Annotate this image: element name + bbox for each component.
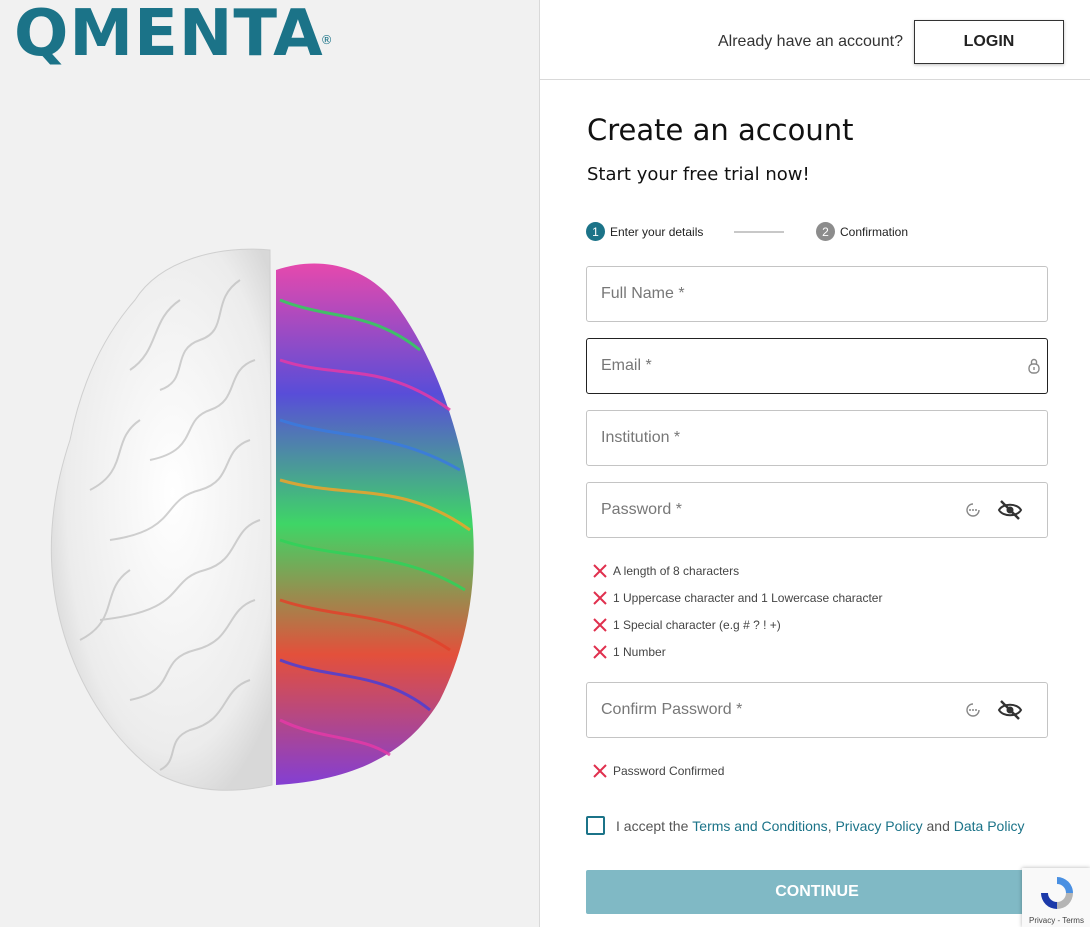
step-confirmation: 2 Confirmation (816, 222, 908, 241)
full-name-field (586, 266, 1048, 322)
password-rule-text: A length of 8 characters (613, 563, 740, 578)
error-x-icon (593, 590, 607, 605)
logo-registered-mark: ® (320, 33, 334, 47)
key-dots-icon[interactable] (965, 683, 981, 737)
institution-input[interactable] (587, 411, 1047, 465)
full-name-input[interactable] (587, 267, 1047, 321)
logo-text: QMENTA (14, 0, 324, 71)
password-rule: 1 Special character (e.g # ? ! +) (590, 611, 882, 638)
confirm-password-field (586, 682, 1048, 738)
signup-stepper: 1 Enter your details 2 Confirmation (586, 222, 1046, 242)
step-number: 1 (586, 222, 605, 241)
hero-panel: QMENTA ® (0, 0, 539, 927)
eye-off-icon[interactable] (997, 683, 1023, 737)
password-field (586, 482, 1048, 538)
error-x-icon (593, 563, 607, 578)
key-dots-icon[interactable] (965, 483, 981, 537)
step-connector (734, 231, 784, 233)
step-enter-details: 1 Enter your details (586, 222, 703, 241)
page-title: Create an account (587, 113, 854, 147)
step-label: Enter your details (610, 224, 704, 239)
confirm-rules-list: Password Confirmed (590, 757, 724, 784)
password-rule: 1 Number (590, 638, 882, 665)
password-rule: A length of 8 characters (590, 557, 882, 584)
password-manager-icon[interactable] (1027, 339, 1041, 393)
accept-terms-checkbox[interactable] (586, 816, 605, 835)
continue-button[interactable]: CONTINUE (586, 870, 1048, 914)
password-rule-text: 1 Uppercase character and 1 Lowercase ch… (613, 590, 883, 605)
terms-link[interactable]: Terms and Conditions (692, 818, 827, 834)
recaptcha-links[interactable]: Privacy - Terms (1029, 916, 1084, 925)
error-x-icon (593, 617, 607, 632)
login-button[interactable]: LOGIN (914, 20, 1064, 64)
error-x-icon (593, 644, 607, 659)
institution-field (586, 410, 1048, 466)
terms-separator: , (827, 817, 832, 834)
recaptcha-badge[interactable]: Privacy - Terms (1022, 868, 1090, 927)
brain-illustration (50, 248, 474, 791)
terms-prefix: I accept the (616, 817, 689, 834)
privacy-policy-link[interactable]: Privacy Policy (835, 818, 922, 834)
email-input[interactable] (587, 339, 1047, 393)
terms-row: I accept the Terms and Conditions, Priva… (586, 816, 1025, 835)
signup-panel: Already have an account? LOGIN Create an… (539, 0, 1090, 927)
confirm-rule: Password Confirmed (590, 757, 724, 784)
confirm-rule-text: Password Confirmed (613, 763, 725, 778)
step-number: 2 (816, 222, 835, 241)
eye-off-icon[interactable] (997, 483, 1023, 537)
password-rule-text: 1 Special character (e.g # ? ! +) (613, 617, 781, 632)
page-subtitle: Start your free trial now! (587, 164, 810, 185)
step-label: Confirmation (840, 224, 909, 239)
password-rule: 1 Uppercase character and 1 Lowercase ch… (590, 584, 882, 611)
error-x-icon (593, 763, 607, 778)
qmenta-logo: QMENTA ® (14, 2, 333, 66)
password-rules-list: A length of 8 characters 1 Uppercase cha… (590, 557, 882, 665)
recaptcha-icon (1041, 877, 1073, 909)
login-prompt: Already have an account? (717, 33, 903, 50)
data-policy-link[interactable]: Data Policy (954, 818, 1025, 834)
top-bar: Already have an account? LOGIN (540, 0, 1090, 80)
terms-and: and (926, 817, 950, 834)
email-field (586, 338, 1048, 394)
password-rule-text: 1 Number (613, 644, 666, 659)
